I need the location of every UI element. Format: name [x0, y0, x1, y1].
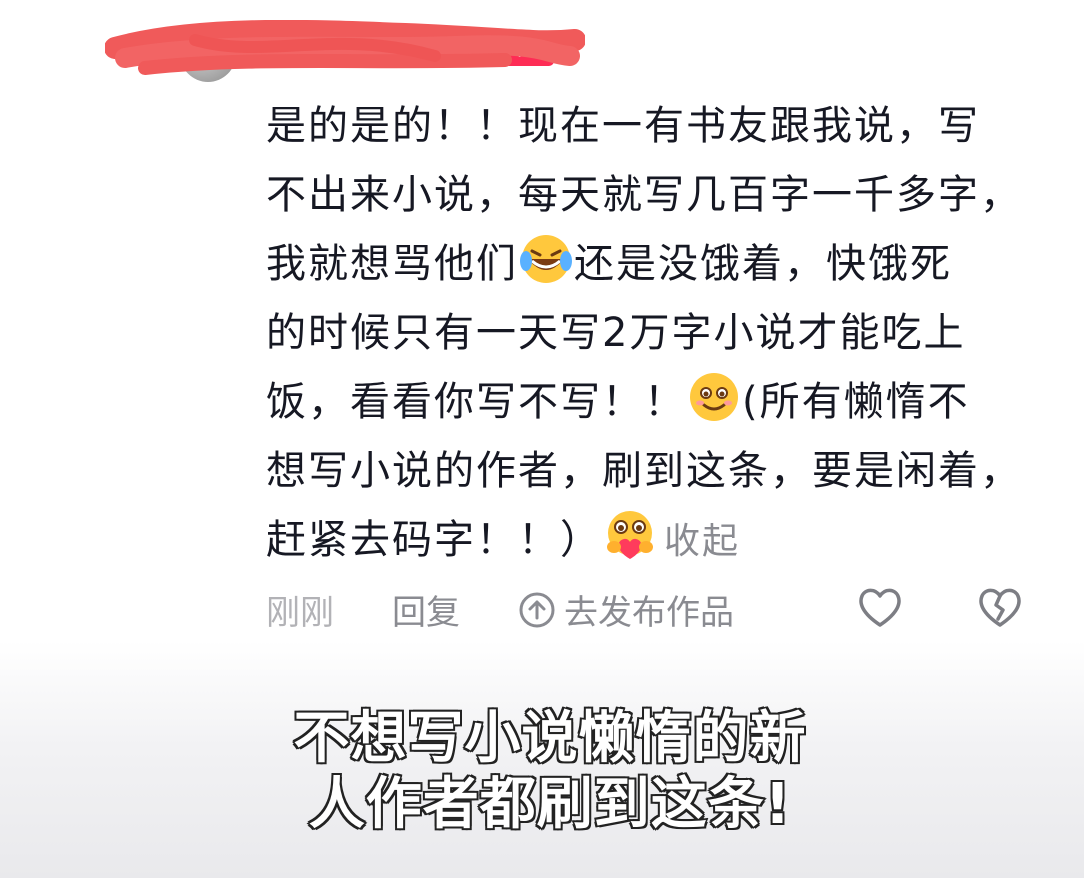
comment-actions: 刚刚 回复 去发布作品 — [266, 585, 1066, 635]
comment-fragment: 我就想骂他们 — [266, 241, 518, 287]
comment-line: 我就想骂他们 还是没饿着，快饿死 — [266, 230, 1056, 299]
heart-hug-emoji-icon — [602, 507, 658, 563]
broken-heart-icon — [979, 588, 1021, 627]
upload-arrow-icon — [519, 592, 555, 627]
like-button[interactable] — [856, 585, 904, 638]
publish-label: 去发布作品 — [564, 593, 734, 633]
laugh-crying-emoji-icon — [518, 231, 574, 287]
dislike-button[interactable] — [976, 585, 1024, 638]
comment-line: 的时候只有一天写2万字小说才能吃上 — [266, 310, 966, 356]
comment-fragment: 赶紧去码字！！） — [266, 517, 602, 563]
video-caption: 不想写小说懒惰的新 人作者都刷到这条! — [240, 705, 860, 839]
comment-header: 同同 作者 — [105, 20, 600, 90]
publish-work-button[interactable]: 去发布作品 — [518, 585, 734, 634]
comment-line: 是的是的！！现在一有书友跟我说，写 — [266, 103, 980, 149]
smiling-face-emoji-icon — [686, 369, 742, 425]
comment-line: 饭，看看你写不写！！ (所有懒惰不 — [266, 368, 1056, 437]
reply-button[interactable]: 回复 — [392, 585, 460, 634]
comment-text: 是的是的！！现在一有书友跟我说，写 不出来小说，每天就写几百字一千多字， 我就想… — [266, 92, 1056, 576]
collapse-link[interactable]: 收起 — [664, 521, 740, 562]
comment-line: 赶紧去码字！！） 收起 — [266, 506, 1056, 576]
comment-fragment: 饭，看看你写不写！！ — [266, 379, 686, 425]
comment-line: 想写小说的作者，刷到这条，要是闲着， — [266, 448, 1022, 494]
caption-line: 不想写小说懒惰的新 — [292, 705, 807, 773]
timestamp: 刚刚 — [266, 593, 334, 633]
heart-outline-icon — [859, 588, 901, 627]
comment-fragment: 还是没饿着，快饿死 — [574, 241, 952, 287]
red-scribble-redaction — [105, 20, 585, 75]
caption-line: 人作者都刷到这条! — [307, 771, 792, 839]
comment-fragment: (所有懒惰不 — [742, 379, 970, 425]
comment-line: 不出来小说，每天就写几百字一千多字， — [266, 172, 1022, 218]
